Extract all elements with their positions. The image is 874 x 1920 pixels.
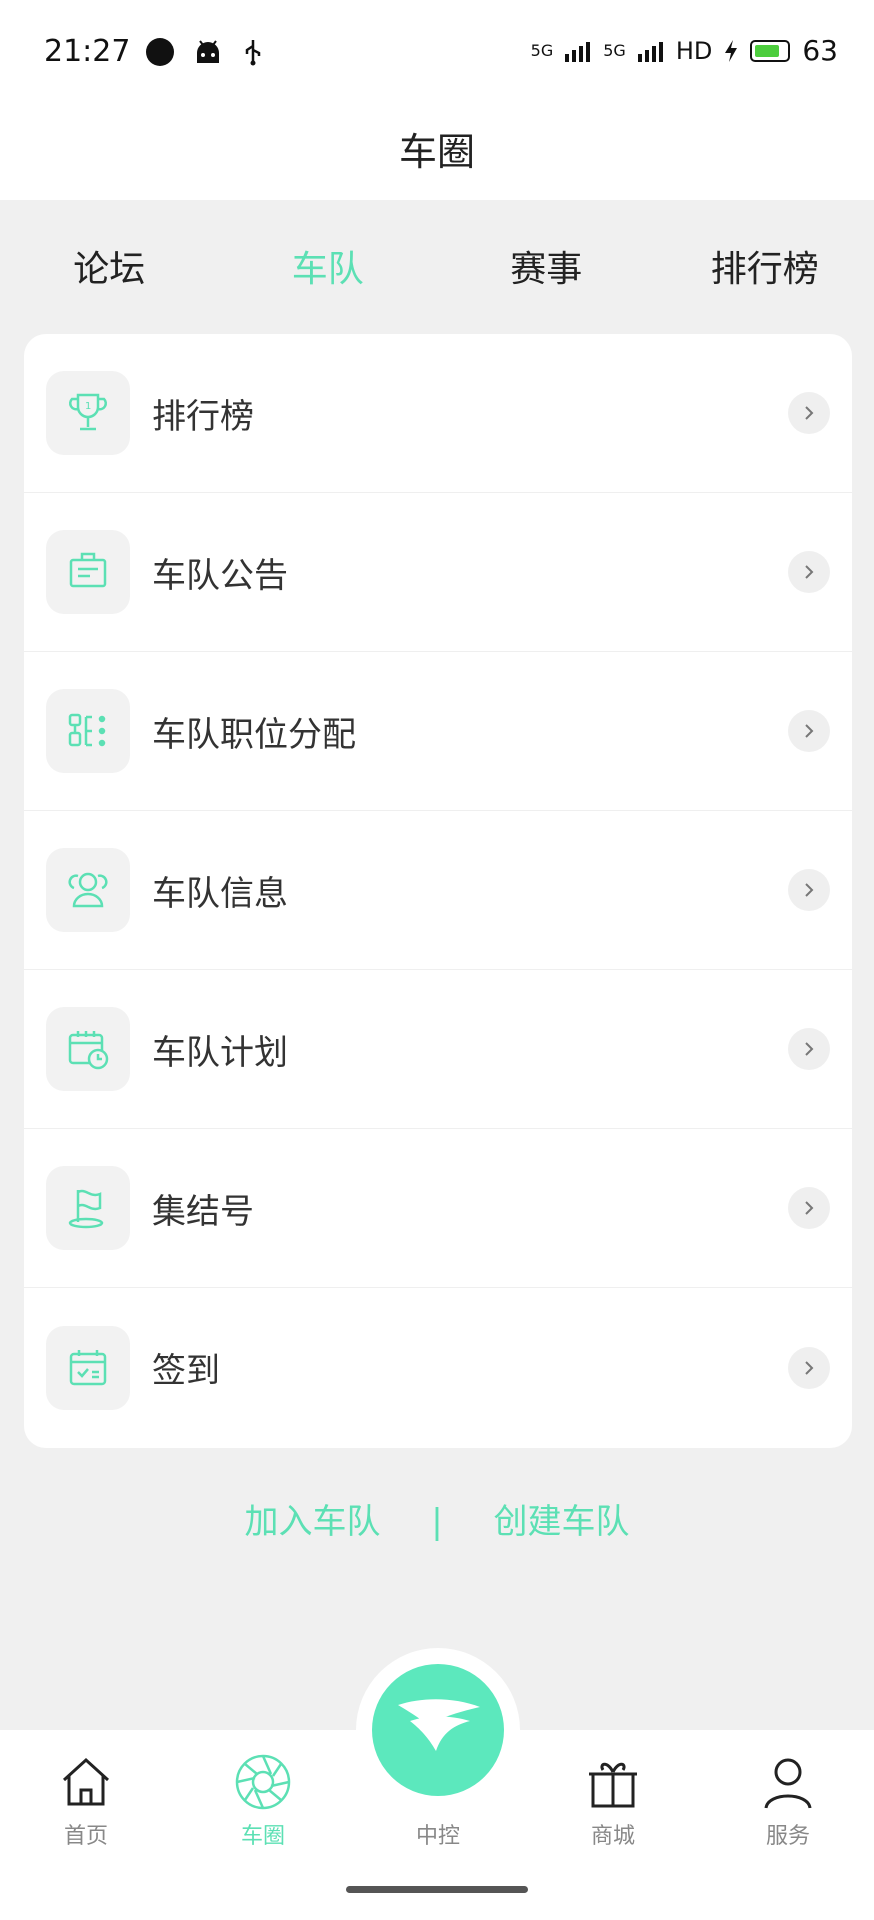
gift-icon <box>589 1762 637 1808</box>
signal-icon-2 <box>637 41 663 62</box>
nav-label: 车圈 <box>240 1824 285 1849</box>
org-chart-icon <box>46 689 130 773</box>
nav-home[interactable]: 首页 <box>26 1752 146 1850</box>
join-team-link[interactable]: 加入车队 <box>244 1494 380 1543</box>
menu-item-team-info[interactable]: 车队信息 <box>24 811 852 970</box>
usb-icon <box>245 40 261 66</box>
page-title: 车圈 <box>398 130 475 174</box>
battery-level: 63 <box>802 34 838 67</box>
charging-icon <box>725 39 738 62</box>
hd-label: HD <box>675 36 713 65</box>
tab-events[interactable]: 赛事 <box>437 220 656 320</box>
menu-item-label: 车队信息 <box>152 873 288 914</box>
team-users-icon <box>46 848 130 932</box>
aperture-icon <box>235 1754 291 1810</box>
svg-text:1: 1 <box>85 401 91 412</box>
chevron-right-icon <box>788 551 830 593</box>
menu-item-rally[interactable]: 集结号 <box>24 1129 852 1288</box>
chevron-right-icon <box>788 1028 830 1070</box>
signal-icon <box>565 41 591 62</box>
menu-item-label: 车队公告 <box>152 555 288 596</box>
message-icon <box>146 38 174 66</box>
nav-label: 商城 <box>590 1824 635 1849</box>
menu-item-label: 签到 <box>152 1351 220 1391</box>
tab-team[interactable]: 车队 <box>219 220 438 320</box>
menu-item-checkin[interactable]: 签到 <box>24 1288 852 1447</box>
menu-item-ranking[interactable]: 1 排行榜 <box>24 334 852 493</box>
menu-item-label: 排行榜 <box>152 396 254 437</box>
header: 车圈 <box>0 104 874 200</box>
calendar-clock-icon <box>46 1007 130 1091</box>
nav-car-circle[interactable]: 车圈 <box>203 1752 323 1850</box>
signal-5g-label: 5G <box>530 41 554 60</box>
trophy-icon: 1 <box>46 371 130 455</box>
menu-item-team-notice[interactable]: 车队公告 <box>24 493 852 652</box>
status-bar: 21:27 5G 5G HD 63 <box>0 0 874 104</box>
status-time: 21:27 <box>44 34 131 69</box>
nav-label: 首页 <box>63 1824 108 1849</box>
menu-item-label: 车队计划 <box>152 1032 288 1073</box>
tab-ranking[interactable]: 排行榜 <box>656 220 874 320</box>
nav-service[interactable]: 服务 <box>728 1752 848 1850</box>
chevron-right-icon <box>788 1346 830 1389</box>
home-icon <box>62 1757 110 1806</box>
create-team-link[interactable]: 创建车队 <box>494 1494 630 1543</box>
android-icon <box>197 40 219 63</box>
menu-item-position-assignment[interactable]: 车队职位分配 <box>24 652 852 811</box>
chevron-right-icon <box>788 869 830 911</box>
home-indicator <box>346 1886 528 1893</box>
chevron-right-icon <box>788 710 830 752</box>
team-actions: 加入车队 | 创建车队 <box>0 1494 874 1543</box>
status-right: 5G 5G HD 63 <box>531 34 838 67</box>
notice-board-icon <box>46 530 130 614</box>
battery-icon <box>750 39 791 62</box>
status-notification-icons <box>146 38 264 66</box>
signal-5g-label-2: 5G <box>603 41 626 60</box>
nav-shop[interactable]: 商城 <box>553 1752 673 1850</box>
tab-forum[interactable]: 论坛 <box>0 220 219 320</box>
chevron-right-icon <box>788 392 830 434</box>
nav-control-spacer <box>408 1752 468 1812</box>
menu-item-label: 集结号 <box>152 1191 254 1232</box>
flag-icon <box>46 1166 130 1250</box>
checkin-calendar-icon <box>46 1325 130 1410</box>
nav-label: 服务 <box>765 1824 810 1849</box>
menu-item-label: 车队职位分配 <box>152 714 356 755</box>
action-separator: | <box>431 1502 443 1542</box>
person-icon <box>764 1758 812 1809</box>
nav-control[interactable]: 中控 <box>378 1752 498 1850</box>
chevron-right-icon <box>788 1187 830 1229</box>
tab-bar: 论坛 车队 赛事 排行榜 <box>0 220 874 320</box>
menu-item-team-plan[interactable]: 车队计划 <box>24 970 852 1129</box>
team-menu-card: 1 排行榜 车队公告 车队职位分配 车队信息 车队计划 集结号 签到 <box>24 334 852 1448</box>
nav-label: 中控 <box>415 1824 460 1849</box>
